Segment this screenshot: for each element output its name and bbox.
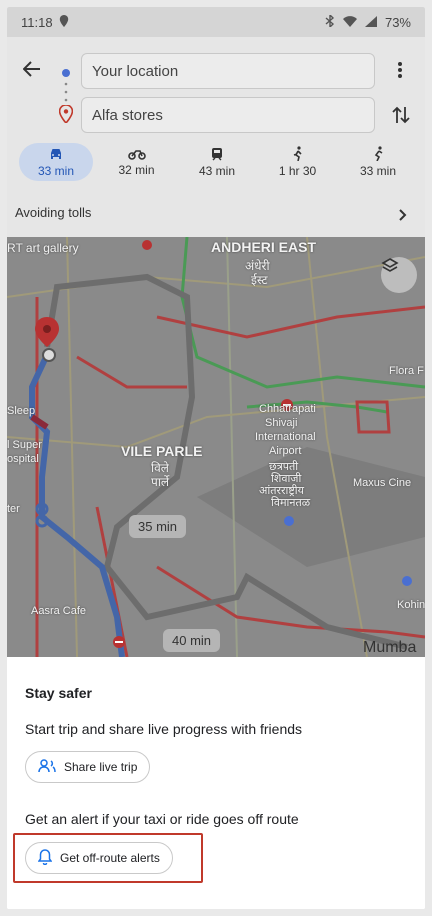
mode-time: 33 min <box>359 164 397 178</box>
more-options-icon[interactable] <box>397 61 403 84</box>
map-label-gallery: RT art gallery <box>7 241 79 255</box>
swap-icon[interactable] <box>392 105 410 130</box>
map-label-aasra: Aasra Cafe <box>31 605 87 617</box>
map-label-hospital-1: l Super <box>7 439 42 451</box>
route-time-badge-alternate[interactable]: 40 min <box>163 629 221 652</box>
map-label-airport-4: Airport <box>269 445 302 457</box>
route-dots-icon <box>64 81 68 108</box>
mode-time: 32 min <box>118 162 155 177</box>
mode-time: 1 hr 30 <box>278 164 317 178</box>
map-label-ter: ter <box>7 503 20 515</box>
map-label-flora: Flora F <box>389 365 424 377</box>
motorcycle-icon <box>127 148 146 163</box>
directions-header: Your location Alfa stores 33 min 32 min <box>7 37 425 237</box>
car-icon <box>48 147 64 164</box>
status-bar: 11:18 73% <box>7 7 425 37</box>
mode-tab-walking[interactable]: 1 hr 30 <box>261 143 335 181</box>
map-label-airport-3: International <box>255 431 316 443</box>
share-description: Start trip and share live progress with … <box>25 721 303 737</box>
status-time: 11:18 <box>21 14 53 30</box>
origin-text: Your location <box>92 62 179 80</box>
map-label-hospital-2: ospital <box>7 453 39 465</box>
transit-icon <box>210 147 224 164</box>
map-label-vile-parle: VILE PARLE <box>121 443 203 459</box>
map-canvas <box>7 237 425 657</box>
share-live-trip-label: Share live trip <box>64 760 138 774</box>
mode-tab-cycling[interactable]: 33 min <box>341 143 415 181</box>
map-label-maxus: Maxus Cine <box>353 477 412 489</box>
sheet-title: Stay safer <box>25 685 92 701</box>
map-label-andheri-devanagari-2: ईस्ट <box>251 273 268 287</box>
map-view[interactable]: RT art gallery ANDHERI EAST अंधेरी ईस्ट … <box>7 237 425 657</box>
chevron-right-icon[interactable] <box>399 208 407 226</box>
mode-tab-transit[interactable]: 43 min <box>180 143 254 181</box>
alert-description: Get an alert if your taxi or ride goes o… <box>25 811 299 827</box>
map-label-airport-1: Chhatrapati <box>259 403 316 415</box>
map-label-mumbai: Mumba <box>363 639 417 656</box>
map-label-andheri-east: ANDHERI EAST <box>211 239 317 255</box>
phone-screen: 11:18 73% Your location Alfa stores 33 m… <box>7 7 425 909</box>
map-label-sleep: Sleep <box>7 405 36 417</box>
mode-time: 43 min <box>198 163 236 178</box>
map-label-airport-devanagari-4: विमानतळ <box>271 497 311 509</box>
signal-icon <box>364 15 377 30</box>
mode-time: 33 min <box>37 163 75 178</box>
destination-text: Alfa stores <box>92 106 163 124</box>
route-time-badge-primary[interactable]: 35 min <box>129 515 187 538</box>
route-options-row[interactable]: Avoiding tolls <box>15 205 91 220</box>
share-people-icon <box>38 758 56 776</box>
mode-tab-driving[interactable]: 33 min <box>19 143 93 181</box>
bluetooth-icon <box>325 12 335 30</box>
map-label-kohin: Kohin <box>397 599 425 611</box>
origin-input[interactable]: Your location <box>81 53 375 89</box>
wifi-icon <box>342 15 357 30</box>
avoiding-tolls-text: Avoiding tolls <box>15 205 92 220</box>
travel-mode-tabs: 33 min 32 min 43 min 1 hr 30 33 min <box>19 143 415 181</box>
location-pin-icon <box>59 14 69 30</box>
bike-icon <box>372 146 384 164</box>
stay-safer-sheet: Stay safer Start trip and share live pro… <box>7 657 425 909</box>
highlight-box <box>13 833 203 883</box>
mode-tab-motorcycle[interactable]: 32 min <box>100 143 174 181</box>
map-label-airport-2: Shivaji <box>265 417 298 429</box>
back-arrow-icon[interactable] <box>22 61 41 82</box>
layers-button[interactable] <box>381 257 417 293</box>
battery-percent: 73% <box>384 14 411 30</box>
destination-pin-icon <box>58 104 74 128</box>
walk-icon <box>292 146 304 164</box>
map-label-vile-devanagari-2: पार्ले <box>151 475 170 489</box>
destination-input[interactable]: Alfa stores <box>81 97 375 133</box>
share-live-trip-button[interactable]: Share live trip <box>25 751 151 783</box>
